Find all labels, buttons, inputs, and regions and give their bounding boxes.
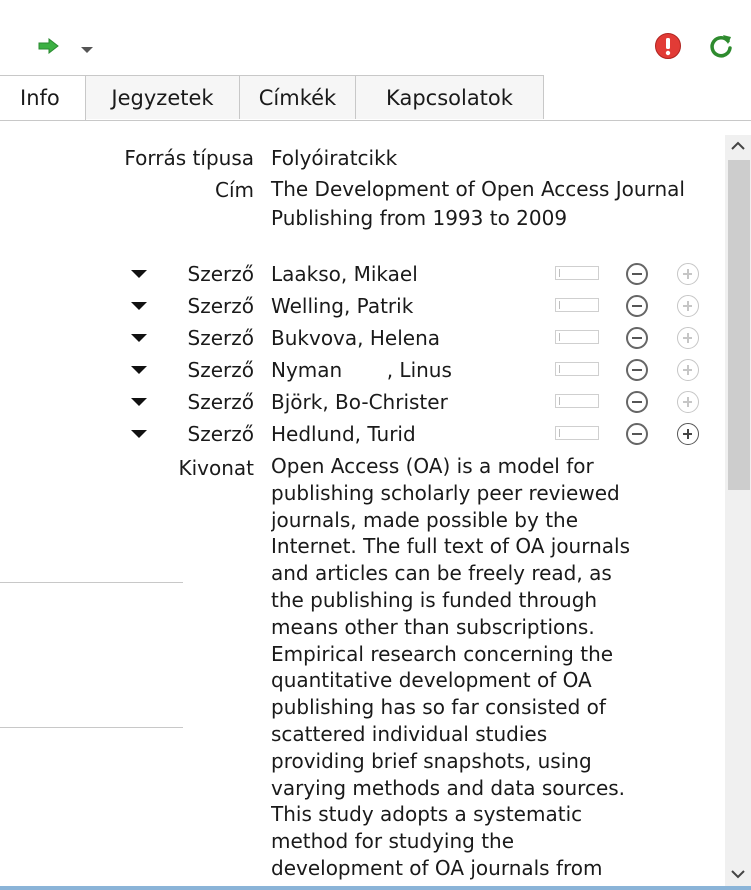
remove-creator-button[interactable]: [626, 391, 648, 413]
creator-name[interactable]: Björk, Bo-Christer: [271, 390, 448, 414]
creator-type-dropdown[interactable]: [131, 366, 149, 378]
left-pane-divider: [0, 727, 183, 728]
creator-type-dropdown[interactable]: [131, 398, 149, 410]
green-arrow-icon[interactable]: [38, 37, 60, 58]
creator-type-dropdown[interactable]: [131, 334, 149, 346]
remove-creator-button[interactable]: [626, 359, 648, 381]
creator-role-label[interactable]: Szerző: [188, 390, 254, 414]
item-type-label: Forrás típusa: [124, 146, 254, 170]
creator-role-label[interactable]: Szerző: [188, 422, 254, 446]
switch-name-mode-button[interactable]: [555, 394, 599, 408]
creator-role-label[interactable]: Szerző: [188, 358, 254, 382]
chevron-down-icon[interactable]: [80, 40, 94, 59]
creator-name[interactable]: Nyman , Linus: [271, 358, 452, 382]
creator-name[interactable]: Welling, Patrik: [271, 294, 413, 318]
creator-type-dropdown[interactable]: [131, 302, 149, 314]
creator-role-label[interactable]: Szerző: [188, 294, 254, 318]
left-pane-divider: [0, 582, 183, 583]
title-label: Cím: [214, 178, 254, 202]
creator-type-dropdown[interactable]: [131, 430, 149, 442]
abstract-field[interactable]: Open Access (OA) is a model for publishi…: [271, 453, 711, 885]
creator-role-label[interactable]: Szerző: [188, 262, 254, 286]
remove-creator-button[interactable]: [626, 295, 648, 317]
creator-name[interactable]: Hedlund, Turid: [271, 422, 416, 446]
tab-info[interactable]: Info: [0, 75, 86, 120]
add-creator-button[interactable]: [677, 295, 699, 317]
green-sync-icon[interactable]: [708, 33, 734, 63]
chevron-up-icon[interactable]: [725, 135, 751, 157]
switch-name-mode-button[interactable]: [555, 266, 599, 280]
remove-creator-button[interactable]: [626, 423, 648, 445]
tab-tags[interactable]: Címkék: [240, 75, 356, 119]
add-creator-button[interactable]: [677, 391, 699, 413]
switch-name-mode-button[interactable]: [555, 426, 599, 440]
remove-creator-button[interactable]: [626, 327, 648, 349]
creator-name[interactable]: Laakso, Mikael: [271, 262, 418, 286]
add-creator-button[interactable]: [677, 327, 699, 349]
switch-name-mode-button[interactable]: [555, 362, 599, 376]
remove-creator-button[interactable]: [626, 263, 648, 285]
add-creator-button[interactable]: [677, 263, 699, 285]
tab-related[interactable]: Kapcsolatok: [356, 75, 544, 119]
scrollbar[interactable]: [725, 135, 751, 890]
add-creator-button[interactable]: [677, 359, 699, 381]
red-alert-icon[interactable]: [654, 32, 682, 64]
title-field[interactable]: The Development of Open Access Journal P…: [271, 175, 691, 233]
creator-role-label[interactable]: Szerző: [188, 326, 254, 350]
toolbar: [0, 0, 751, 75]
window-bottom-edge: [0, 886, 751, 890]
abstract-label: Kivonat: [178, 456, 254, 480]
tab-notes[interactable]: Jegyzetek: [86, 75, 240, 119]
creator-name[interactable]: Bukvova, Helena: [271, 326, 440, 350]
item-type-value[interactable]: Folyóiratcikk: [271, 146, 397, 170]
chevron-down-icon[interactable]: [725, 863, 751, 885]
add-creator-button[interactable]: [677, 423, 699, 445]
switch-name-mode-button[interactable]: [555, 298, 599, 312]
scrollbar-thumb[interactable]: [728, 160, 750, 490]
creator-type-dropdown[interactable]: [131, 270, 149, 282]
switch-name-mode-button[interactable]: [555, 330, 599, 344]
tab-bar: Info Jegyzetek Címkék Kapcsolatok: [0, 75, 751, 121]
